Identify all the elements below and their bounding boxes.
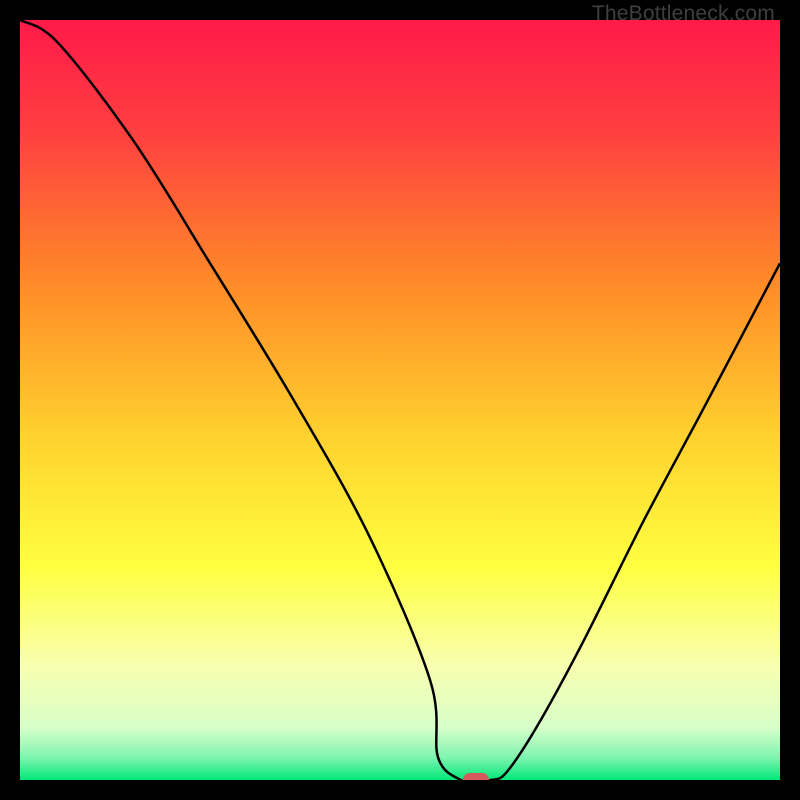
bottleneck-curve <box>20 20 780 780</box>
chart-container: TheBottleneck.com <box>0 0 800 800</box>
plot-area <box>20 20 780 780</box>
watermark-text: TheBottleneck.com <box>592 2 775 26</box>
optimal-marker <box>463 773 489 780</box>
